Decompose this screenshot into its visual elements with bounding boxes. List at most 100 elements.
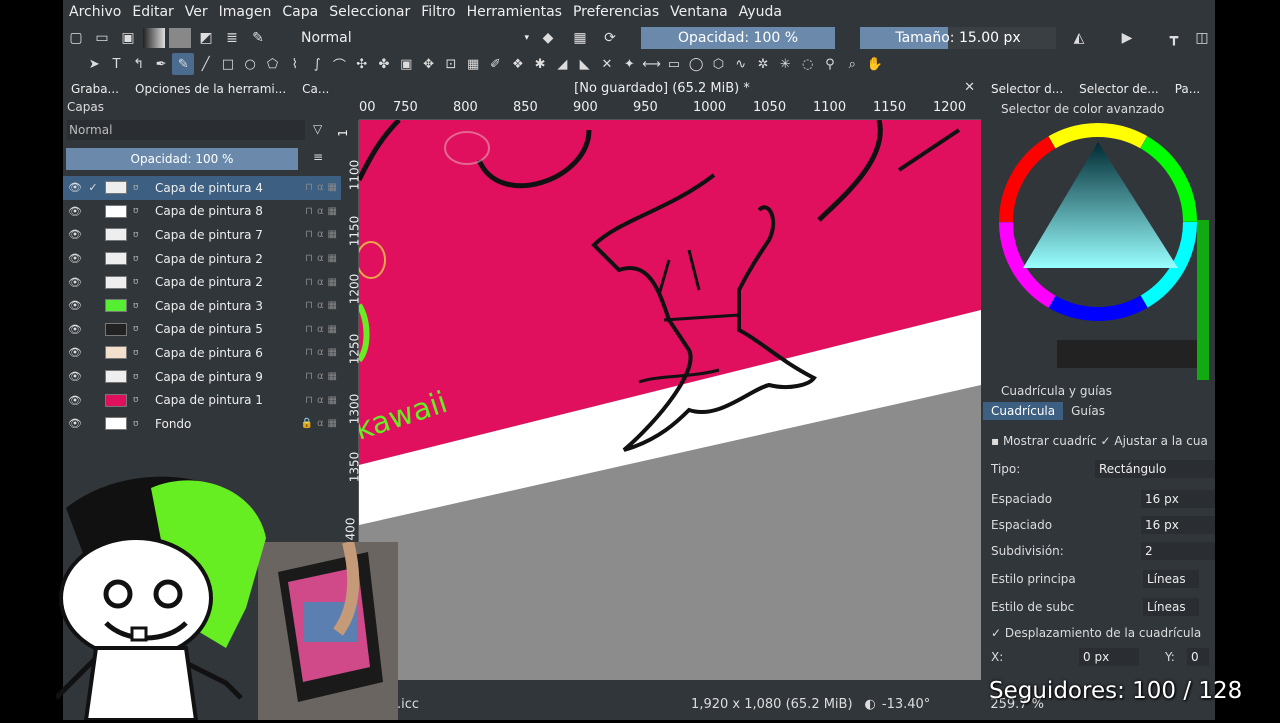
layer-row[interactable]: 👁 ʊ Capa de pintura 5 ⊓ α ▦ bbox=[63, 318, 341, 342]
menu-capa[interactable]: Capa bbox=[282, 4, 318, 20]
size-slider[interactable]: Tamaño: 15.00 px bbox=[860, 27, 1056, 49]
eye-icon[interactable]: 👁 bbox=[65, 252, 85, 265]
dynamic-brush-tool-icon[interactable]: ✣ bbox=[351, 53, 373, 75]
right-tab-0[interactable]: Selector d... bbox=[983, 82, 1071, 96]
inherit-alpha-icon[interactable]: ʊ bbox=[133, 230, 145, 240]
menu-herramientas[interactable]: Herramientas bbox=[467, 4, 562, 20]
opacity-slider[interactable]: Opacidad: 100 % bbox=[641, 27, 835, 49]
main-style-select[interactable]: Líneas bbox=[1143, 570, 1199, 588]
inherit-alpha-icon[interactable]: ʊ bbox=[133, 348, 145, 358]
eye-icon[interactable]: 👁 bbox=[65, 323, 85, 336]
canvas-only-icon[interactable]: ◫ bbox=[1189, 26, 1215, 50]
menu-ver[interactable]: Ver bbox=[185, 4, 208, 20]
layer-row[interactable]: 👁 ✓ ʊ Capa de pintura 4 ⊓ α ▦ bbox=[63, 176, 341, 200]
unlock-icon[interactable]: ⊓ bbox=[305, 182, 313, 193]
reference-tool-icon[interactable]: ✦ bbox=[618, 53, 640, 75]
alpha-icon[interactable]: α bbox=[317, 206, 324, 217]
smart-patch-tool-icon[interactable]: ✱ bbox=[529, 53, 551, 75]
wrap-icon[interactable]: ┳ bbox=[1161, 26, 1187, 50]
polygon-tool-icon[interactable]: ⬠ bbox=[261, 53, 283, 75]
eye-icon[interactable]: 👁 bbox=[65, 181, 85, 194]
text-tool-icon[interactable]: T bbox=[105, 53, 127, 75]
spacing-y-field[interactable]: 16 px bbox=[1141, 516, 1215, 534]
calligraphy-tool-icon[interactable]: ✒ bbox=[150, 53, 172, 75]
layer-row[interactable]: 👁 ʊ Capa de pintura 1 ⊓ α ▦ bbox=[63, 388, 341, 412]
offset-checkbox[interactable]: ✓ Desplazamiento de la cuadrícula bbox=[991, 626, 1201, 640]
right-tab-1[interactable]: Selector de... bbox=[1071, 82, 1167, 96]
inherit-alpha-icon[interactable]: ʊ bbox=[133, 183, 145, 193]
inherit-alpha-icon[interactable]: ʊ bbox=[133, 254, 145, 264]
gradient-icon[interactable] bbox=[143, 28, 165, 48]
layer-row[interactable]: 👁 ʊ Capa de pintura 6 ⊓ α ▦ bbox=[63, 341, 341, 365]
menu-filtro[interactable]: Filtro bbox=[421, 4, 455, 20]
move-tool-icon[interactable]: ✥ bbox=[417, 53, 439, 75]
assistant-tool-icon[interactable]: ✕ bbox=[596, 53, 618, 75]
document-tab[interactable]: [No guardado] (65.2 MiB) * bbox=[343, 78, 981, 100]
unlock-icon[interactable]: ⊓ bbox=[305, 277, 313, 288]
unlock-icon[interactable]: ⊓ bbox=[305, 347, 313, 358]
offset-x-field[interactable]: 0 px bbox=[1079, 648, 1139, 666]
pointer-tool-icon[interactable]: ➤ bbox=[83, 53, 105, 75]
lock-icon[interactable]: 🔒 bbox=[301, 418, 313, 429]
grid-tab-0[interactable]: Cuadrícula bbox=[983, 402, 1064, 420]
contiguous-select-tool-icon[interactable]: ✲ bbox=[752, 53, 774, 75]
pan-tool-icon[interactable]: ✋ bbox=[863, 53, 885, 75]
filter-icon[interactable]: ▽ bbox=[313, 122, 322, 136]
menu-preferencias[interactable]: Preferencias bbox=[573, 4, 659, 20]
saturation-triangle[interactable] bbox=[1023, 142, 1178, 268]
eye-icon[interactable]: 👁 bbox=[65, 276, 85, 289]
unlock-icon[interactable]: ⊓ bbox=[305, 206, 313, 217]
inherit-alpha-icon[interactable]: ʊ bbox=[133, 301, 145, 311]
left-tab-1[interactable]: Opciones de la herrami... bbox=[127, 82, 294, 96]
inherit-alpha-icon[interactable]: ʊ bbox=[133, 395, 145, 405]
eye-icon[interactable]: 👁 bbox=[65, 417, 85, 430]
checkerboard-icon[interactable]: ▦ bbox=[328, 418, 337, 429]
save-icon[interactable]: ▣ bbox=[115, 26, 141, 50]
alpha-icon[interactable]: α bbox=[317, 277, 324, 288]
bezier-select-tool-icon[interactable]: ◌ bbox=[797, 53, 819, 75]
gradient-tool-icon[interactable]: ▦ bbox=[462, 53, 484, 75]
alpha-icon[interactable]: α bbox=[317, 418, 324, 429]
alpha-icon[interactable]: α bbox=[317, 253, 324, 264]
similar-select-tool-icon[interactable]: ✳ bbox=[774, 53, 796, 75]
crop-tool-icon[interactable]: ⊡ bbox=[440, 53, 462, 75]
menu-ventana[interactable]: Ventana bbox=[670, 4, 728, 20]
left-tab-0[interactable]: Graba... bbox=[63, 82, 127, 96]
spacing-x-field[interactable]: 16 px bbox=[1141, 490, 1215, 508]
sub-style-select[interactable]: Líneas bbox=[1143, 598, 1199, 616]
rotation-icon[interactable]: ◐ bbox=[865, 697, 876, 712]
alpha-icon[interactable]: α bbox=[317, 182, 324, 193]
alpha-icon[interactable]: α bbox=[317, 229, 324, 240]
alpha-icon[interactable]: α bbox=[317, 347, 324, 358]
show-grid-checkbox[interactable]: ▪ Mostrar cuadríc ✓ Ajustar a la cua bbox=[991, 434, 1208, 448]
layer-row[interactable]: 👁 ʊ Fondo 🔒 α ▦ bbox=[63, 412, 341, 436]
measure-tool-icon[interactable]: ⟷ bbox=[640, 53, 662, 75]
eye-icon[interactable]: 👁 bbox=[65, 228, 85, 241]
mirror-vertical-icon[interactable]: ▶ bbox=[1114, 26, 1140, 50]
menu-icon[interactable]: ≡ bbox=[313, 150, 323, 164]
menu-seleccionar[interactable]: Seleccionar bbox=[329, 4, 410, 20]
inherit-alpha-icon[interactable]: ʊ bbox=[133, 277, 145, 287]
unlock-icon[interactable]: ⊓ bbox=[305, 371, 313, 382]
brush-tool-icon[interactable]: ✎ bbox=[172, 53, 195, 75]
checkerboard-icon[interactable]: ▦ bbox=[328, 347, 337, 358]
transform-tool-icon[interactable]: ▣ bbox=[395, 53, 417, 75]
checkerboard-icon[interactable]: ▦ bbox=[328, 300, 337, 311]
checkerboard-icon[interactable]: ▦ bbox=[328, 206, 337, 217]
line-tool-icon[interactable]: ╱ bbox=[194, 53, 216, 75]
eye-icon[interactable]: 👁 bbox=[65, 394, 85, 407]
menu-ayuda[interactable]: Ayuda bbox=[739, 4, 782, 20]
brush-presets-icon[interactable]: ≣ bbox=[219, 26, 245, 50]
left-tab-2[interactable]: Ca... bbox=[294, 82, 337, 96]
subdivision-field[interactable]: 2 bbox=[1141, 542, 1215, 560]
rect-select-tool-icon[interactable]: ▭ bbox=[663, 53, 685, 75]
reload-icon[interactable]: ⟳ bbox=[597, 26, 623, 50]
alpha-icon[interactable]: α bbox=[317, 395, 324, 406]
alpha-icon[interactable]: α bbox=[317, 300, 324, 311]
alpha-lock-icon[interactable]: ▦ bbox=[567, 26, 593, 50]
alpha-icon[interactable]: α bbox=[317, 371, 324, 382]
layer-row[interactable]: 👁 ʊ Capa de pintura 3 ⊓ α ▦ bbox=[63, 294, 341, 318]
checkerboard-icon[interactable]: ▦ bbox=[328, 253, 337, 264]
color-wheel[interactable] bbox=[983, 120, 1215, 380]
inherit-alpha-icon[interactable]: ʊ bbox=[133, 206, 145, 216]
